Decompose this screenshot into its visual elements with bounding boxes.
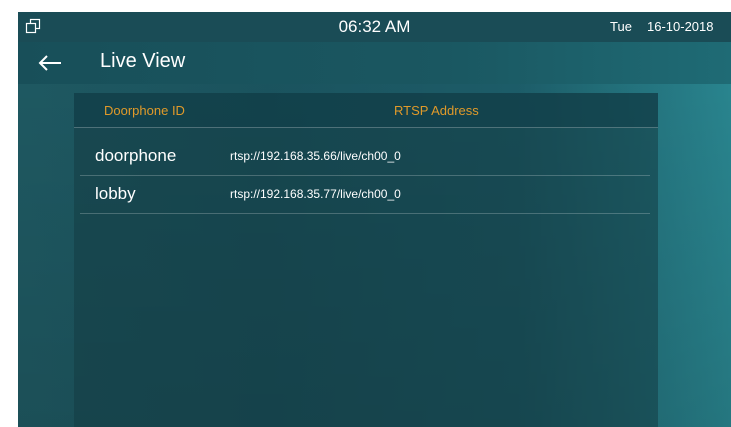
status-bar: 06:32 AM Tue 16-10-2018 bbox=[18, 12, 731, 42]
back-button[interactable] bbox=[36, 51, 64, 75]
table-row[interactable]: lobby rtsp://192.168.35.77/live/ch00_0 bbox=[80, 175, 650, 214]
status-date: 16-10-2018 bbox=[647, 19, 714, 34]
page-title: Live View bbox=[100, 50, 186, 72]
doorphone-id-cell: doorphone bbox=[95, 146, 177, 165]
rtsp-address-cell: rtsp://192.168.35.66/live/ch00_0 bbox=[230, 149, 401, 163]
table-row[interactable]: doorphone rtsp://192.168.35.66/live/ch00… bbox=[80, 137, 650, 176]
rtsp-address-cell: rtsp://192.168.35.77/live/ch00_0 bbox=[230, 187, 401, 201]
doorphone-id-cell: lobby bbox=[95, 184, 136, 203]
arrow-left-icon bbox=[38, 55, 61, 71]
live-view-table: Doorphone ID RTSP Address doorphone rtsp… bbox=[74, 93, 658, 427]
title-bar: Live View bbox=[18, 42, 731, 84]
device-screen: 06:32 AM Tue 16-10-2018 Live View Doorph… bbox=[18, 12, 731, 427]
column-header-doorphone-id: Doorphone ID bbox=[104, 103, 185, 118]
status-day: Tue bbox=[610, 19, 632, 34]
column-header-rtsp-address: RTSP Address bbox=[394, 103, 479, 118]
table-header: Doorphone ID RTSP Address bbox=[74, 93, 658, 128]
